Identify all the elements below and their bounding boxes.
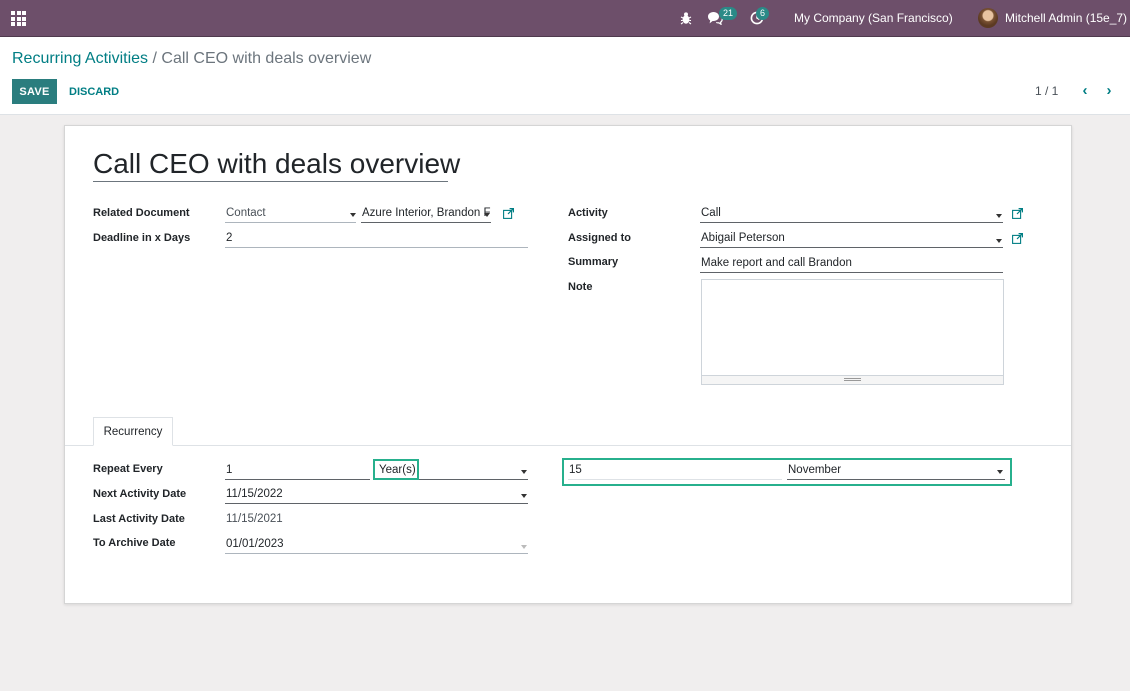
debug-bug-icon[interactable] [680, 11, 692, 25]
activity-type-label: Activity [568, 207, 608, 219]
external-link-icon[interactable] [1012, 208, 1023, 219]
last-activity-date-value: 11/15/2021 [226, 513, 283, 525]
external-link-icon[interactable] [1012, 233, 1023, 244]
next-activity-date-label: Next Activity Date [93, 488, 187, 500]
chevron-down-icon [996, 214, 1002, 218]
grip-icon [844, 378, 861, 381]
top-navbar: 21 6 My Company (San Francisco) Mitchell… [0, 0, 1130, 37]
activities-count-badge: 6 [756, 7, 770, 20]
chevron-down-icon [350, 213, 356, 217]
chevron-down-icon [521, 494, 527, 498]
company-switcher[interactable]: My Company (San Francisco) [794, 11, 953, 25]
breadcrumb-separator: / [148, 50, 162, 67]
pager-previous-icon[interactable]: ‹ [1078, 83, 1092, 99]
resize-handle[interactable] [702, 375, 1003, 384]
related-document-record-input[interactable]: Azure Interior, Brandon F [361, 206, 491, 223]
assigned-to-label: Assigned to [568, 232, 631, 244]
to-archive-date-input[interactable]: 01/01/2023 [225, 537, 528, 554]
external-link-icon[interactable] [503, 208, 514, 219]
assigned-to-select[interactable]: Abigail Peterson [700, 231, 1003, 248]
chevron-down-icon [484, 213, 490, 217]
summary-label: Summary [568, 256, 619, 268]
discard-button[interactable]: DISCARD [64, 79, 124, 104]
deadline-days-input[interactable]: 2 [225, 231, 528, 248]
chevron-down-icon [997, 470, 1003, 474]
repeat-day-input[interactable]: 15 [568, 463, 782, 480]
repeat-month-select[interactable]: November [787, 463, 1005, 480]
repeat-every-label: Repeat Every [93, 463, 163, 475]
related-document-label: Related Document [93, 207, 190, 219]
chevron-down-icon [996, 239, 1002, 243]
last-activity-date-label: Last Activity Date [93, 513, 185, 525]
pager-value[interactable]: 1 / 1 [1035, 84, 1058, 98]
tab-recurrency[interactable]: Recurrency [93, 417, 173, 446]
tab-divider [65, 445, 1071, 446]
user-avatar[interactable] [978, 8, 998, 28]
repeat-interval-input[interactable]: 1 [225, 463, 370, 480]
yearly-day-month-group: 15 November [562, 458, 1012, 486]
breadcrumb-current: Call CEO with deals overview [161, 50, 372, 67]
to-archive-date-label: To Archive Date [93, 537, 176, 549]
chevron-down-icon [521, 470, 527, 474]
deadline-days-label: Deadline in x Days [93, 232, 191, 244]
note-label: Note [568, 281, 593, 293]
next-activity-date-input[interactable]: 11/15/2022 [225, 487, 528, 504]
related-document-model-select[interactable]: Contact [225, 206, 356, 223]
save-button[interactable]: SAVE [12, 79, 57, 104]
activity-type-select[interactable]: Call [700, 206, 1003, 223]
note-textarea[interactable] [701, 279, 1004, 385]
pager-next-icon[interactable]: › [1102, 83, 1116, 99]
breadcrumb: Recurring Activities / Call CEO with dea… [12, 50, 371, 68]
messages-count-badge: 21 [719, 7, 738, 20]
breadcrumb-parent-link[interactable]: Recurring Activities [12, 50, 148, 67]
user-menu[interactable]: Mitchell Admin (15e_7) [1005, 11, 1127, 25]
activity-title-input[interactable]: Call CEO with deals overview [93, 148, 460, 182]
summary-input[interactable]: Make report and call Brandon [700, 256, 1003, 273]
chevron-down-icon [521, 545, 527, 549]
control-panel: Recurring Activities / Call CEO with dea… [0, 37, 1130, 115]
form-sheet: Call CEO with deals overview Related Doc… [64, 125, 1072, 604]
app-menu-icon[interactable] [11, 11, 27, 26]
unit-highlight-box [373, 459, 419, 480]
